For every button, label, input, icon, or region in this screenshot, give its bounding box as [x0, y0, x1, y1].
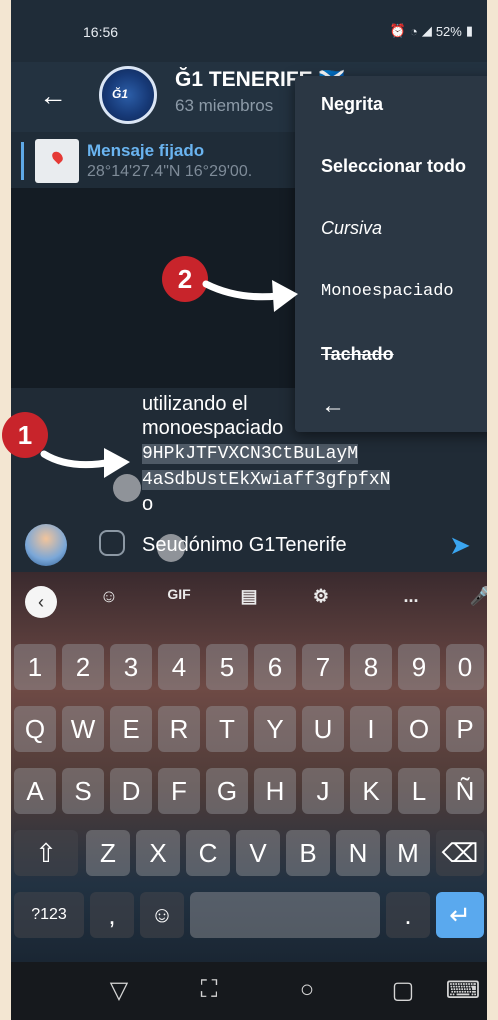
annotation-arrowhead-1	[104, 448, 130, 478]
annotation-arrow-2	[202, 280, 282, 301]
annotation-arrows	[40, 280, 298, 478]
annotation-arrowhead-2	[272, 280, 298, 312]
annotation-arrow-1	[40, 450, 116, 469]
